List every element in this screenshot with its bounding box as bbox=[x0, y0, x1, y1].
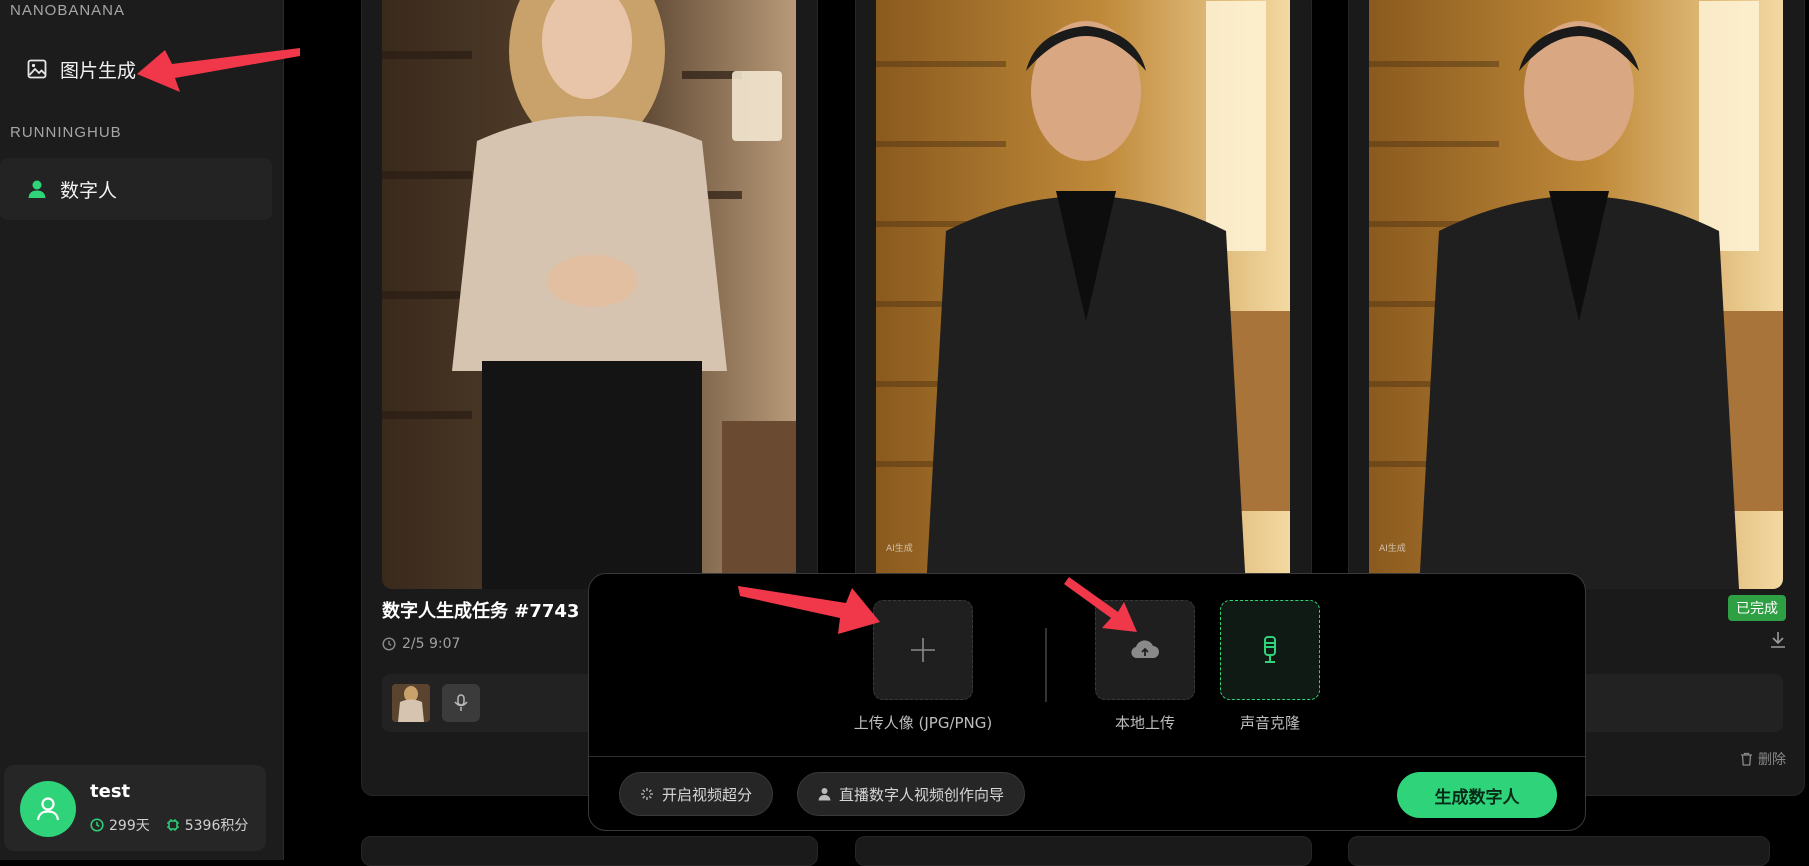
microphone-icon bbox=[454, 694, 468, 711]
ai-watermark: AI生成 bbox=[1379, 542, 1406, 554]
divider bbox=[1045, 628, 1047, 702]
portrait-thumbnail[interactable] bbox=[392, 684, 430, 722]
divider bbox=[589, 756, 1585, 757]
task-time: 2/5 9:07 bbox=[382, 636, 460, 652]
status-badge: 已完成 bbox=[1728, 595, 1786, 621]
person-icon bbox=[26, 178, 48, 200]
portrait-image-woman[interactable] bbox=[382, 0, 796, 589]
next-card-edge bbox=[1348, 836, 1770, 866]
sidebar-item-digital-human[interactable]: 数字人 bbox=[0, 158, 272, 220]
portrait-image-man[interactable]: AI生成 bbox=[1369, 0, 1783, 589]
voice-clone-label: 声音克隆 bbox=[1239, 714, 1300, 732]
delete-button[interactable]: 删除 bbox=[1740, 749, 1786, 769]
sidebar-item-label: 图片生成 bbox=[60, 59, 137, 82]
portrait-image-man[interactable]: AI生成 bbox=[876, 0, 1290, 589]
points-balance: 5396积分 bbox=[166, 815, 248, 835]
audio-button[interactable] bbox=[442, 684, 480, 722]
clock-icon bbox=[90, 818, 104, 832]
sparkle-icon bbox=[641, 788, 653, 800]
download-icon[interactable] bbox=[1770, 631, 1786, 653]
next-card-edge bbox=[361, 836, 818, 866]
sidebar-item-label: 数字人 bbox=[60, 179, 118, 202]
user-meta: 299天 5396积分 bbox=[90, 815, 248, 835]
cloud-upload-icon bbox=[1131, 640, 1159, 659]
plus-icon bbox=[911, 638, 935, 662]
section-title-runninghub: RUNNINGHUB bbox=[10, 124, 122, 141]
local-upload-label: 本地上传 bbox=[1114, 714, 1175, 732]
video-super-resolution-button[interactable]: 开启视频超分 bbox=[619, 772, 774, 816]
user-card[interactable]: test 299天 5396积分 bbox=[4, 765, 266, 851]
avatar bbox=[20, 781, 76, 837]
microphone-icon bbox=[1264, 636, 1276, 663]
creation-guide-button[interactable]: 直播数字人视频创作向导 bbox=[797, 772, 1026, 816]
upload-portrait-button[interactable] bbox=[873, 600, 973, 700]
next-card-edge bbox=[855, 836, 1312, 866]
upload-portrait-label: 上传人像 (JPG/PNG) bbox=[853, 714, 993, 732]
days-remaining: 299天 bbox=[90, 815, 150, 835]
digital-human-creation-panel: 上传人像 (JPG/PNG) 本地上传 声音克隆 开启视频超分 直播数字人视频创… bbox=[588, 573, 1586, 831]
chip-icon bbox=[166, 819, 179, 831]
user-icon bbox=[36, 797, 60, 821]
section-title-nanobanana: NANOBANANA bbox=[10, 2, 126, 19]
task-title: 数字人生成任务 #7743 bbox=[382, 601, 580, 622]
sidebar: NANOBANANA 图片生成 RUNNINGHUB 数字人 test 299天… bbox=[0, 0, 284, 860]
ai-watermark: AI生成 bbox=[886, 542, 913, 554]
voice-clone-button[interactable] bbox=[1220, 600, 1320, 700]
image-icon bbox=[26, 58, 48, 80]
generate-digital-human-button[interactable]: 生成数字人 bbox=[1397, 772, 1557, 818]
person-icon bbox=[818, 788, 831, 801]
clock-icon bbox=[382, 637, 396, 651]
local-upload-button[interactable] bbox=[1095, 600, 1195, 700]
user-name: test bbox=[90, 781, 131, 802]
trash-icon bbox=[1741, 752, 1752, 766]
sidebar-item-image-generation[interactable]: 图片生成 bbox=[0, 38, 272, 100]
